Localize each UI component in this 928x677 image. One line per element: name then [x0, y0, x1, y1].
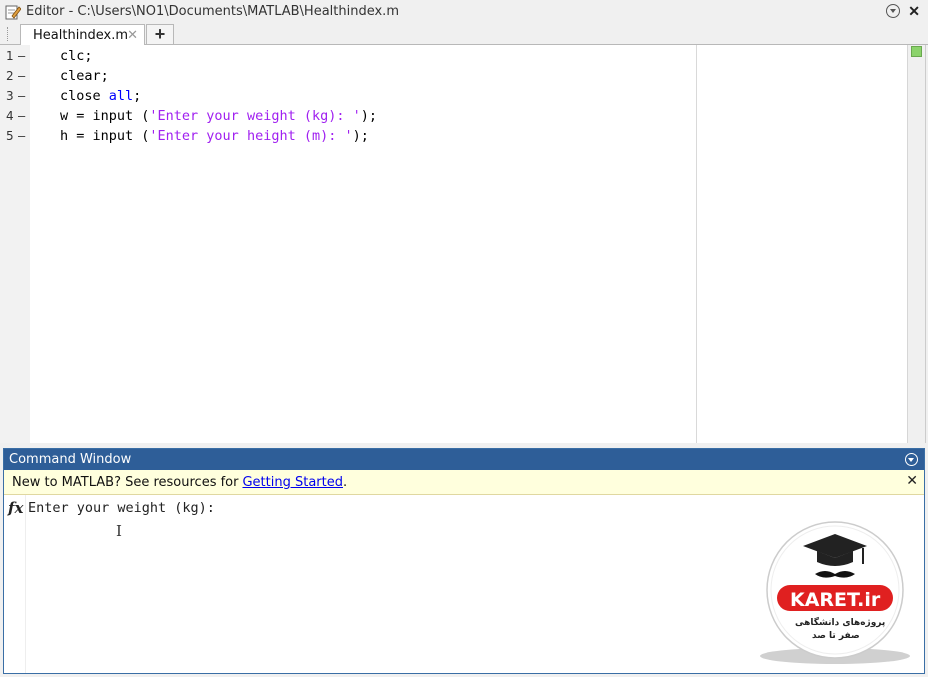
line-number: 4: [6, 109, 14, 123]
code-line-2[interactable]: 2 – clear;: [0, 66, 680, 86]
fx-gutter: [4, 495, 26, 673]
notice-close-button[interactable]: ✕: [906, 473, 918, 489]
breakpoint-marker[interactable]: –: [18, 126, 25, 146]
command-window-options-button[interactable]: [905, 453, 918, 466]
code-line-3[interactable]: 3 – close all;: [0, 86, 680, 106]
tab-close-icon[interactable]: ✕: [127, 28, 138, 43]
code-line-4[interactable]: 4 – w = input ('Enter your weight (kg): …: [0, 106, 680, 126]
editor-close-button[interactable]: ✕: [908, 4, 920, 18]
editor-options-button[interactable]: [886, 4, 901, 18]
code-text: ;: [133, 88, 142, 104]
new-tab-button[interactable]: +: [146, 24, 174, 45]
code-editor[interactable]: 1 – clc; 2 – clear; 3 – close all; 4 – w…: [0, 45, 926, 443]
logo-tagline-2: صفر تا صد: [812, 631, 860, 641]
getting-started-link[interactable]: Getting Started: [242, 475, 343, 490]
code-text: close: [60, 88, 109, 104]
code-text: h = input (: [60, 128, 150, 144]
line-number: 3: [6, 89, 14, 103]
editor-pencil-icon: [5, 4, 22, 20]
command-window-title: Command Window: [9, 452, 132, 467]
code-text: );: [360, 108, 377, 124]
code-text: w = input (: [60, 108, 150, 124]
code-text: clc;: [60, 48, 93, 64]
right-margin-line: [696, 45, 697, 443]
logo-tagline-1: پروژه‌های دانشگاهی: [795, 618, 886, 628]
code-line-1[interactable]: 1 – clc;: [0, 46, 680, 66]
notice-text: New to MATLAB? See resources for: [12, 474, 239, 490]
command-window-titlebar: Command Window: [4, 449, 924, 470]
line-number: 2: [6, 69, 14, 83]
text-cursor-icon: I: [116, 522, 122, 540]
tab-healthindex[interactable]: Healthindex.m ✕: [20, 24, 145, 46]
function-browser-icon[interactable]: fx: [8, 499, 23, 517]
code-line-5[interactable]: 5 – h = input ('Enter your height (m): '…: [0, 126, 680, 146]
tab-label: Healthindex.m: [33, 28, 129, 43]
breakpoint-marker[interactable]: –: [18, 106, 25, 126]
editor-tabbar: Healthindex.m ✕ +: [0, 23, 928, 46]
getting-started-notice: New to MATLAB? See resources for Getting…: [4, 470, 924, 495]
tab-grip-handle[interactable]: [7, 27, 9, 41]
command-output-line: Enter your weight (kg):: [28, 500, 215, 516]
breakpoint-marker[interactable]: –: [18, 66, 25, 86]
line-number: 1: [6, 49, 14, 63]
breakpoint-marker[interactable]: –: [18, 86, 25, 106]
notice-period: .: [343, 474, 348, 490]
editor-scroll-strip[interactable]: [907, 45, 925, 443]
code-string: 'Enter your weight (kg): ': [149, 108, 361, 124]
code-analyzer-status-icon[interactable]: [911, 46, 922, 57]
line-number: 5: [6, 129, 14, 143]
breakpoint-marker[interactable]: –: [18, 46, 25, 66]
code-string: 'Enter your height (m): ': [149, 128, 353, 144]
code-keyword: all: [108, 88, 134, 104]
editor-titlebar: Editor - C:\Users\NO1\Documents\MATLAB\H…: [0, 0, 928, 23]
editor-title: Editor - C:\Users\NO1\Documents\MATLAB\H…: [26, 4, 399, 19]
logo-brand-text: KARET.ir: [790, 589, 881, 611]
code-text: clear;: [60, 68, 109, 84]
code-text: );: [352, 128, 369, 144]
